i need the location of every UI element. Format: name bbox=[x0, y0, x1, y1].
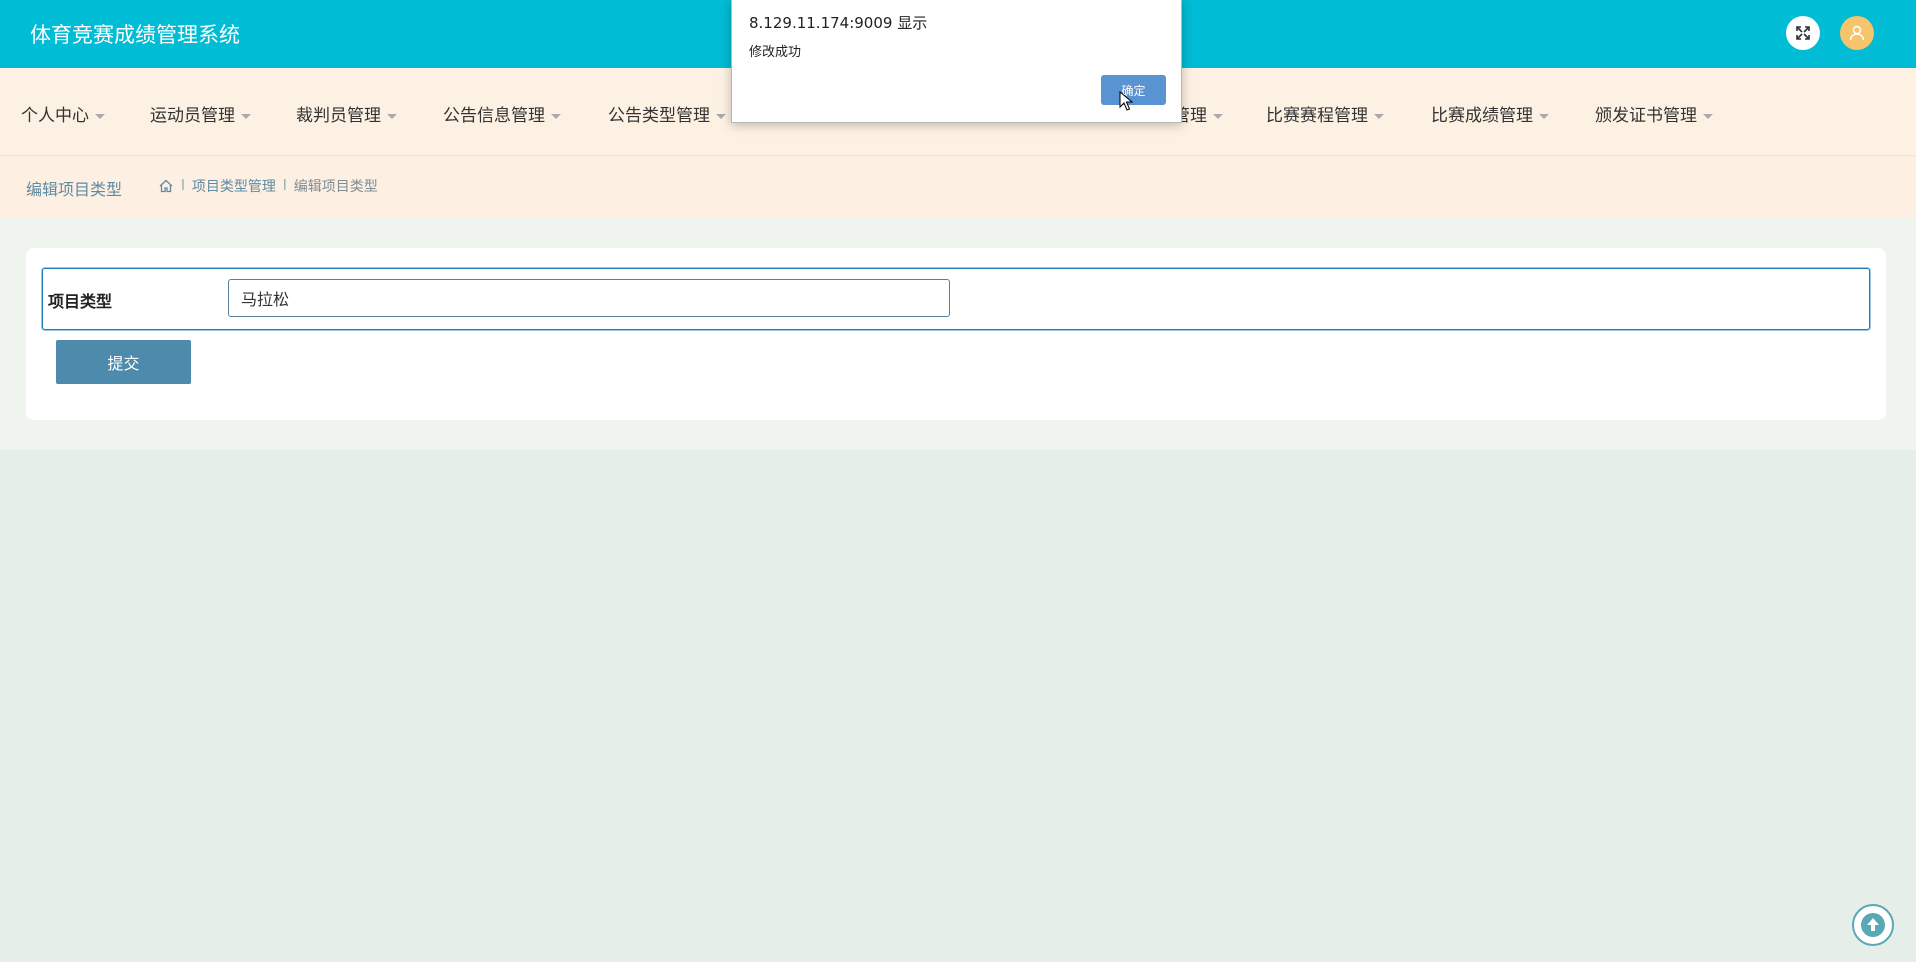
dialog-message: 修改成功 bbox=[749, 45, 802, 60]
home-icon[interactable] bbox=[158, 178, 174, 194]
nav-item-personal-center[interactable]: 个人中心 bbox=[21, 101, 105, 126]
caret-down-icon bbox=[1213, 113, 1223, 119]
user-avatar-button[interactable] bbox=[1840, 16, 1874, 50]
nav-item-certificate-mgmt[interactable]: 颁发证书管理 bbox=[1595, 101, 1713, 126]
nav-item-label: 比赛赛程管理 bbox=[1266, 106, 1368, 126]
caret-down-icon bbox=[95, 113, 105, 119]
caret-down-icon bbox=[551, 113, 561, 119]
page-title: 编辑项目类型 bbox=[26, 180, 123, 199]
nav-item-athlete-mgmt[interactable]: 运动员管理 bbox=[150, 101, 251, 126]
nav-item-label: 个人中心 bbox=[21, 106, 89, 126]
project-type-form-row: 项目类型 bbox=[42, 268, 1870, 330]
caret-down-icon bbox=[1374, 113, 1384, 119]
mouse-cursor-icon bbox=[1119, 91, 1133, 111]
nav-item-label: 比赛成绩管理 bbox=[1431, 106, 1533, 126]
app-title: 体育竞赛成绩管理系统 bbox=[30, 23, 240, 47]
nav-item-label: 公告信息管理 bbox=[443, 106, 545, 126]
nav-item-notice-type-mgmt[interactable]: 公告类型管理 bbox=[608, 101, 726, 126]
dialog-ok-button[interactable]: 确定 bbox=[1101, 75, 1166, 105]
caret-down-icon bbox=[716, 113, 726, 119]
dialog-origin: 8.129.11.174:9009 显示 bbox=[749, 14, 928, 32]
breadcrumb: l 项目类型管理 l 编辑项目类型 bbox=[158, 176, 378, 196]
arrow-up-icon bbox=[1861, 913, 1885, 937]
user-icon bbox=[1849, 25, 1865, 41]
fullscreen-icon bbox=[1796, 26, 1810, 40]
nav-item-score-mgmt[interactable]: 比赛成绩管理 bbox=[1431, 101, 1549, 126]
breadcrumb-bar: 编辑项目类型 l 项目类型管理 l 编辑项目类型 bbox=[0, 156, 1916, 218]
nav-item-label: 颁发证书管理 bbox=[1595, 106, 1697, 126]
project-type-input[interactable] bbox=[228, 279, 950, 317]
back-to-top-button[interactable] bbox=[1852, 904, 1894, 946]
breadcrumb-separator: l bbox=[181, 178, 185, 194]
caret-down-icon bbox=[241, 113, 251, 119]
breadcrumb-parent-link[interactable]: 项目类型管理 bbox=[192, 176, 276, 196]
alert-dialog: 8.129.11.174:9009 显示 修改成功 确定 bbox=[731, 0, 1182, 123]
project-type-label: 项目类型 bbox=[48, 292, 113, 311]
breadcrumb-current: 编辑项目类型 bbox=[293, 179, 378, 195]
nav-item-label: 裁判员管理 bbox=[296, 106, 381, 126]
breadcrumb-separator: l bbox=[282, 178, 287, 194]
nav-item-notice-mgmt[interactable]: 公告信息管理 bbox=[443, 101, 561, 126]
caret-down-icon bbox=[1703, 113, 1713, 119]
submit-button[interactable]: 提交 bbox=[56, 340, 191, 384]
caret-down-icon bbox=[1539, 113, 1549, 119]
nav-item-referee-mgmt[interactable]: 裁判员管理 bbox=[296, 101, 397, 126]
nav-item-schedule-mgmt[interactable]: 比赛赛程管理 bbox=[1266, 101, 1384, 126]
nav-item-label: 公告类型管理 bbox=[608, 106, 710, 126]
fullscreen-button[interactable] bbox=[1786, 16, 1820, 50]
caret-down-icon bbox=[387, 113, 397, 119]
nav-item-label: 运动员管理 bbox=[150, 106, 235, 126]
